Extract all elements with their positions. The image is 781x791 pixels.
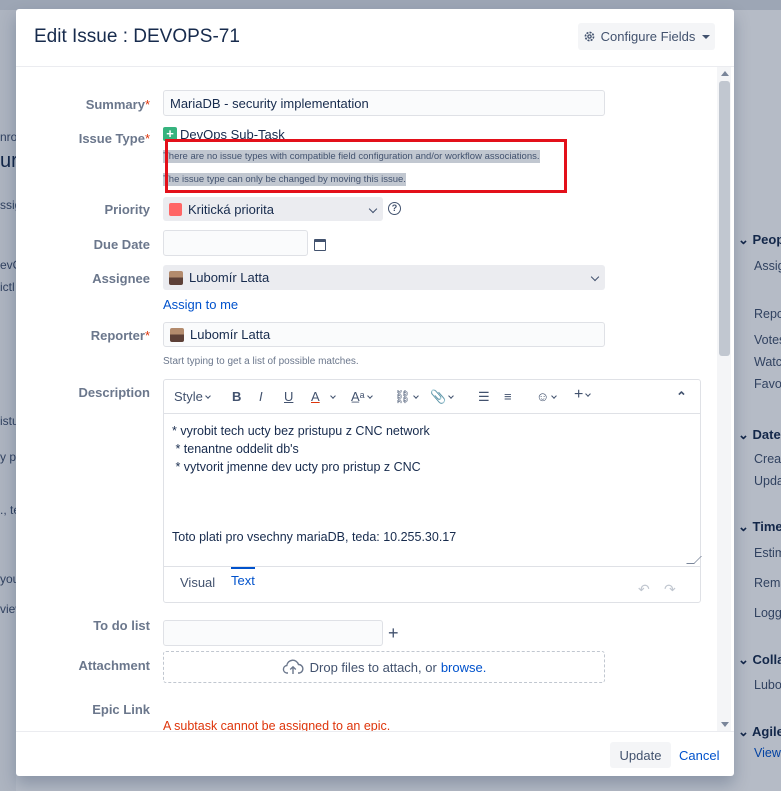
- caret-down-icon: [702, 34, 711, 39]
- priority-color-icon: [169, 202, 182, 216]
- assign-to-me-link[interactable]: Assign to me: [163, 297, 238, 312]
- attachment-icon[interactable]: 📎: [430, 389, 455, 405]
- tab-text[interactable]: Text: [231, 567, 255, 588]
- highlight-box: [165, 139, 567, 193]
- configure-fields-label: Configure Fields: [600, 29, 696, 44]
- drop-text: Drop files to attach, or: [309, 659, 437, 675]
- priority-value: Kritická priorita: [188, 201, 274, 217]
- chevron-down-icon: [368, 204, 378, 214]
- reporter-input[interactable]: Lubomír Latta: [163, 322, 605, 347]
- assignee-value: Lubomír Latta: [189, 270, 270, 285]
- assignee-select[interactable]: Lubomír Latta: [163, 265, 605, 290]
- scroll-up-icon[interactable]: [721, 71, 729, 76]
- summary-label: Summary*: [85, 97, 150, 112]
- scrollbar-thumb[interactable]: [719, 81, 730, 356]
- dialog-body: Summary* MariaDB - security implementati…: [16, 67, 734, 731]
- emoji-icon[interactable]: ☺: [536, 389, 558, 404]
- link-icon[interactable]: ⛓: [394, 389, 419, 405]
- calendar-icon[interactable]: [314, 239, 326, 251]
- epic-link-error: A subtask cannot be assigned to an epic.: [163, 719, 391, 731]
- chevron-down-icon: [590, 272, 600, 282]
- scroll-down-icon[interactable]: [721, 722, 729, 727]
- update-button[interactable]: Update: [610, 742, 671, 768]
- italic-icon[interactable]: I: [259, 389, 263, 404]
- bold-icon[interactable]: B: [232, 389, 241, 404]
- epic-link-label: Epic Link: [92, 702, 150, 717]
- description-line: Toto plati pro vsechny mariaDB, teda: 10…: [172, 530, 457, 544]
- numbered-list-icon[interactable]: ≡: [504, 389, 512, 404]
- description-line: * vytvorit jmenne dev ucty pro pristup z…: [172, 460, 421, 474]
- description-textarea[interactable]: * vyrobit tech ucty bez pristupu z CNC n…: [164, 414, 700, 566]
- text-format-icon[interactable]: A̲ᵃ: [351, 389, 373, 404]
- cloud-upload-icon: [282, 659, 304, 674]
- underline-icon[interactable]: U: [284, 389, 293, 404]
- configure-fields-button[interactable]: Configure Fields: [578, 23, 715, 50]
- tab-visual[interactable]: Visual: [180, 575, 215, 590]
- edit-issue-dialog: Edit Issue : DEVOPS-71 Configure Fields …: [16, 9, 734, 776]
- gear-icon: [584, 31, 595, 42]
- reporter-value: Lubomír Latta: [190, 327, 271, 342]
- cancel-button[interactable]: Cancel: [679, 748, 719, 763]
- dialog-footer: Update Cancel: [16, 731, 734, 776]
- attachment-dropzone[interactable]: Drop files to attach, or browse.: [163, 651, 605, 683]
- due-date-input[interactable]: [163, 230, 308, 256]
- dialog-header: Edit Issue : DEVOPS-71 Configure Fields: [16, 9, 734, 67]
- description-line: * vyrobit tech ucty bez pristupu z CNC n…: [172, 424, 430, 438]
- todo-list-label: To do list: [93, 618, 150, 633]
- assignee-label: Assignee: [92, 271, 150, 286]
- description-line: * tenantne oddelit db's: [172, 442, 299, 456]
- priority-select[interactable]: Kritická priorita: [163, 197, 383, 221]
- add-todo-button[interactable]: +: [388, 623, 399, 644]
- attachment-label: Attachment: [78, 658, 150, 673]
- undo-icon[interactable]: ↶: [638, 581, 650, 598]
- priority-label: Priority: [104, 202, 150, 217]
- collapse-icon[interactable]: ⌃: [676, 389, 687, 405]
- description-label: Description: [78, 385, 150, 400]
- editor-toolbar: Style B I U A A̲ᵃ ⛓ 📎 ☰ ≡ ☺ + ⌃: [164, 380, 700, 414]
- due-date-label: Due Date: [93, 237, 150, 252]
- style-dropdown[interactable]: Style: [174, 389, 211, 404]
- bullet-list-icon[interactable]: ☰: [478, 389, 490, 405]
- editor-mode-tabs: Visual Text ↶ ↷: [164, 566, 700, 602]
- text-color-icon[interactable]: A: [311, 389, 320, 404]
- help-icon[interactable]: ?: [388, 202, 401, 215]
- description-editor: Style B I U A A̲ᵃ ⛓ 📎 ☰ ≡ ☺ + ⌃ * vyrobi…: [163, 379, 702, 603]
- issue-type-label: Issue Type*: [78, 131, 150, 146]
- browse-link[interactable]: browse.: [441, 660, 487, 675]
- avatar: [170, 327, 184, 342]
- reporter-hint: Start typing to get a list of possible m…: [163, 356, 359, 367]
- avatar: [169, 270, 183, 285]
- todo-list-input[interactable]: [163, 620, 383, 646]
- chevron-down-icon[interactable]: [328, 389, 336, 404]
- dialog-title: Edit Issue : DEVOPS-71: [34, 26, 240, 47]
- summary-input[interactable]: MariaDB - security implementation: [163, 90, 605, 116]
- redo-icon[interactable]: ↷: [664, 581, 676, 598]
- reporter-label: Reporter*: [90, 328, 150, 343]
- insert-plus-icon[interactable]: +: [574, 386, 592, 404]
